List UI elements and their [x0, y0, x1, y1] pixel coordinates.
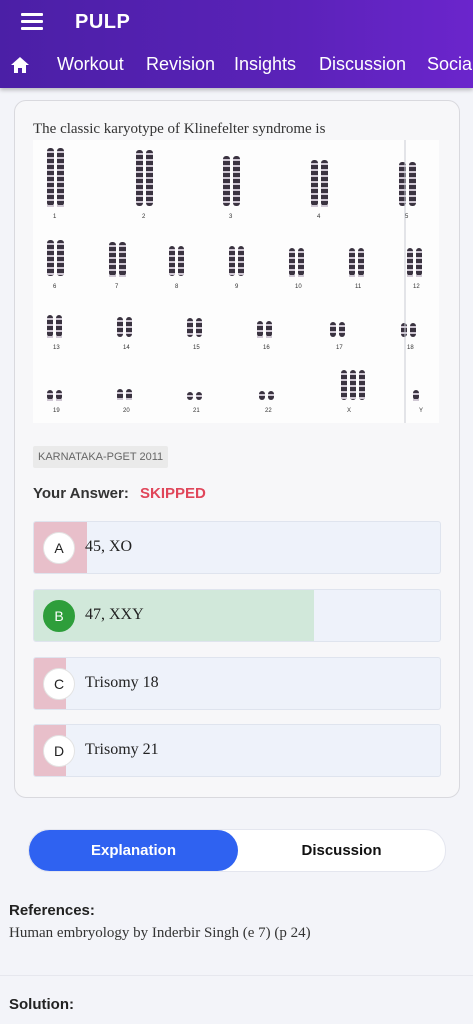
chromosome-pair: 16: [257, 321, 272, 351]
chromosome-pair: 1: [47, 148, 64, 220]
chromosome-label: 3: [229, 214, 233, 220]
nav-item-revision[interactable]: Revision: [146, 54, 215, 75]
chromosome-label: X: [347, 408, 351, 414]
chromosome-label: 13: [53, 345, 60, 351]
tab-discussion[interactable]: Discussion: [238, 830, 445, 871]
nav-bar: Workout Revision Insights Discussion Soc…: [0, 46, 473, 88]
chromosome-label: 18: [407, 345, 414, 351]
chromosome-pair: 22: [259, 391, 274, 414]
chromosome-label: 1: [53, 214, 57, 220]
app-title: PULP: [75, 11, 131, 33]
chromosome-pair: 11: [349, 248, 364, 290]
option-a-letter: A: [43, 532, 75, 564]
chromosome-pair: 13: [47, 315, 62, 351]
chromosome-pair: 4: [311, 160, 328, 220]
question-text: The classic karyotype of Klinefelter syn…: [33, 121, 326, 137]
tab-explanation[interactable]: Explanation: [29, 830, 238, 871]
chromosome-label: 9: [235, 284, 239, 290]
option-a[interactable]: A 45, XO: [33, 521, 441, 574]
your-answer-label: Your Answer:: [33, 485, 129, 502]
your-answer-value: SKIPPED: [140, 485, 206, 502]
chromosome-pair: 17: [330, 322, 345, 351]
nav-item-social[interactable]: Social: [427, 54, 473, 75]
option-d[interactable]: D Trisomy 21: [33, 724, 441, 777]
chromosome-label: 22: [265, 408, 272, 414]
chromosome-pair: 14: [117, 317, 132, 351]
chromosome-label: 5: [405, 214, 409, 220]
nav-item-insights[interactable]: Insights: [234, 54, 296, 75]
chromosome-label: 4: [317, 214, 321, 220]
chromosome-pair: 19: [47, 390, 62, 414]
chromosome-pair: 8: [169, 246, 184, 290]
chromosome-label: 6: [53, 284, 57, 290]
chromosome-label: Y: [419, 408, 423, 414]
chromosome-pair: 9: [229, 246, 244, 290]
chromosome-label: 19: [53, 408, 60, 414]
karyotype-image: 1 2 3 4 56 7 8 9 10 11 1213 14 15 16 17 1819 20 21 22 X Y: [33, 140, 439, 423]
chromosome-pair: X: [341, 370, 365, 414]
menu-icon[interactable]: [21, 13, 43, 31]
chromosome-label: 14: [123, 345, 130, 351]
chromosome-pair: 6: [47, 240, 64, 290]
option-a-text: 45, XO: [85, 538, 133, 555]
chromosome-pair: 15: [187, 318, 202, 351]
chromosome-label: 15: [193, 345, 200, 351]
option-c[interactable]: C Trisomy 18: [33, 657, 441, 710]
chromosome-label: 2: [142, 214, 146, 220]
option-b-letter: B: [43, 600, 75, 632]
option-b-fill: [34, 590, 315, 641]
chromosome-pair: 7: [109, 242, 126, 290]
chromosome-label: 8: [175, 284, 179, 290]
chromosome-label: 17: [336, 345, 343, 351]
chromosome-pair: 21: [187, 392, 202, 414]
chromosome-label: 20: [123, 408, 130, 414]
option-c-letter: C: [43, 668, 75, 700]
exam-tag: KARNATAKA-PGET 2011: [33, 446, 169, 468]
chromosome-label: 16: [263, 345, 270, 351]
chromosome-pair: Y: [413, 390, 423, 414]
section-divider: [0, 975, 473, 976]
chromosome-label: 21: [193, 408, 200, 414]
option-b-text: 47, XXY: [85, 606, 144, 623]
references-text: Human embryology by Inderbir Singh (e 7)…: [9, 925, 311, 941]
solution-heading: Solution:: [9, 996, 74, 1013]
chromosome-pair: 3: [223, 156, 240, 220]
chromosome-pair: 10: [289, 248, 304, 290]
chromosome-pair: 5: [399, 162, 416, 220]
app-header: PULP Workout Revision Insights Discussio…: [0, 0, 473, 88]
chromosome-pair: 2: [136, 150, 153, 220]
option-d-letter: D: [43, 735, 75, 767]
nav-item-discussion[interactable]: Discussion: [319, 54, 406, 75]
option-b[interactable]: B 47, XXY: [33, 589, 441, 642]
chromosome-pair: 20: [117, 389, 132, 414]
references-heading: References:: [9, 902, 95, 919]
chromosome-label: 12: [413, 284, 420, 290]
option-d-text: Trisomy 21: [85, 741, 159, 758]
chromosome-label: 11: [355, 284, 362, 290]
chromosome-label: 7: [115, 284, 119, 290]
home-icon[interactable]: [9, 54, 31, 76]
option-c-text: Trisomy 18: [85, 674, 159, 691]
answer-tabs: Explanation Discussion: [28, 829, 446, 872]
nav-item-workout[interactable]: Workout: [57, 54, 124, 75]
chromosome-pair: 18: [401, 323, 416, 351]
chromosome-label: 10: [295, 284, 302, 290]
chromosome-pair: 12: [407, 248, 422, 290]
